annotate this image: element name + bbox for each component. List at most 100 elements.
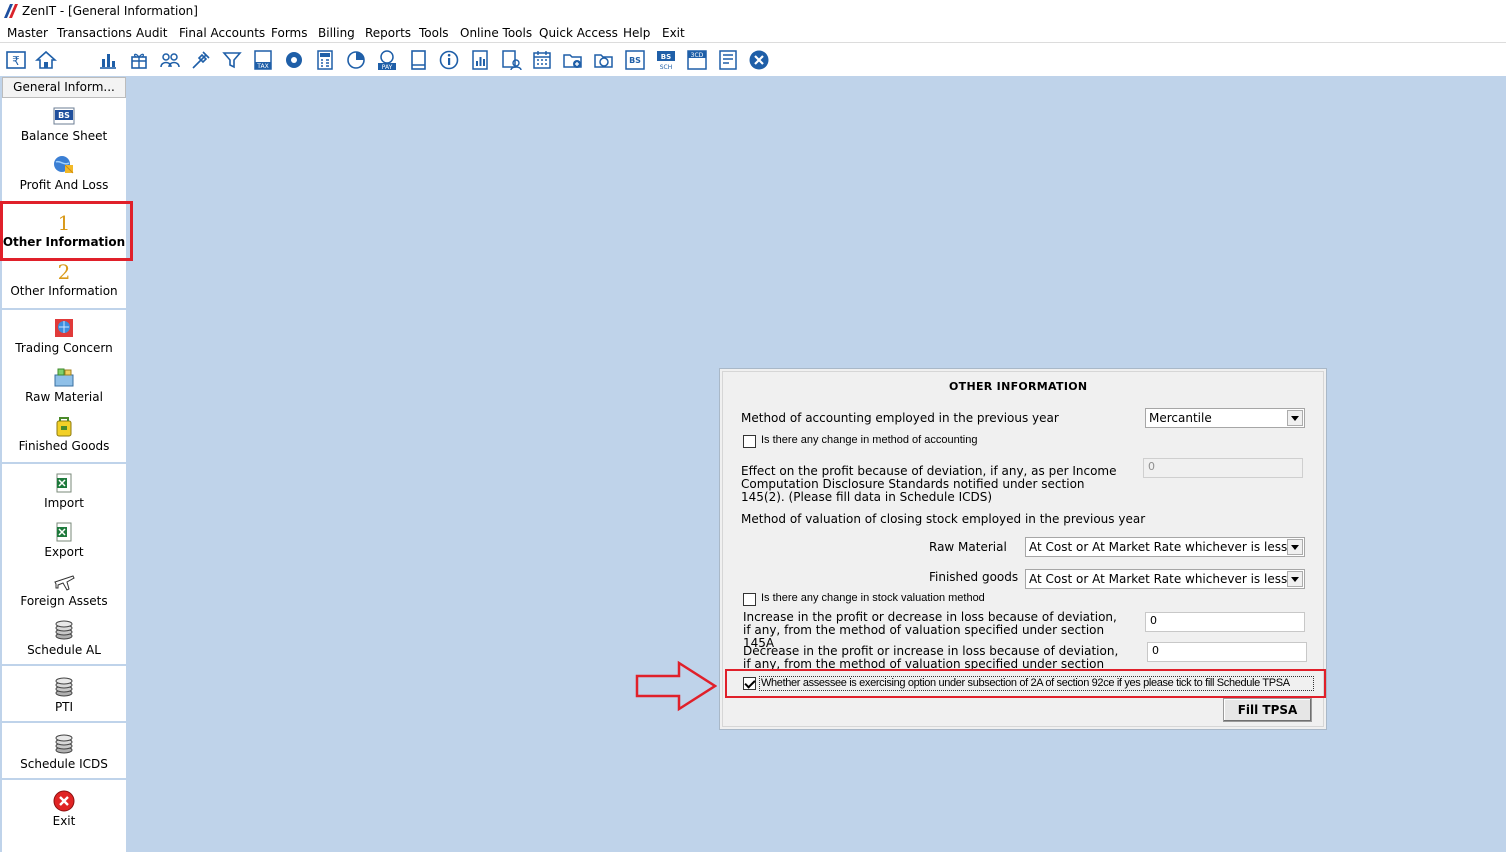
book-icon[interactable] [407, 49, 429, 71]
sidebar-item-label: Profit And Loss [19, 178, 109, 192]
title-bar: ZenIT - [General Information] [0, 0, 1506, 22]
raw-material-label: Raw Material [929, 540, 1007, 554]
finished-goods-select[interactable]: At Cost or At Market Rate whichever is l… [1025, 569, 1305, 589]
accounting-method-label: Method of accounting employed in the pre… [741, 411, 1059, 425]
chevron-down-icon[interactable] [1287, 410, 1303, 426]
sidebar-item-export[interactable]: Export [2, 520, 126, 559]
raw-material-value: At Cost or At Market Rate whichever is l… [1029, 540, 1288, 554]
bs-sch-icon[interactable]: BS SCH [655, 49, 677, 71]
chevron-down-icon[interactable] [1287, 539, 1303, 555]
change-stock-label: Is there any change in stock valuation m… [761, 592, 985, 604]
number-two-icon: 2 [52, 259, 76, 283]
coins-icon [52, 675, 76, 699]
folder-add-icon[interactable] [562, 49, 584, 71]
fill-tpsa-button[interactable]: Fill TPSA [1223, 698, 1312, 722]
tax-icon-label: TAX [256, 63, 268, 70]
excel-export-icon [52, 520, 76, 544]
excel-import-icon [52, 471, 76, 495]
menu-reports[interactable]: Reports [365, 26, 411, 40]
sidebar-item-foreign-assets[interactable]: Foreign Assets [2, 569, 126, 608]
active-item-highlight [0, 201, 133, 261]
menu-exit[interactable]: Exit [662, 26, 685, 40]
sidebar-item-label: Finished Goods [18, 439, 110, 453]
decrease-profit-field[interactable]: 0 [1147, 642, 1307, 662]
sidebar-item-label: PTI [54, 700, 74, 714]
info-icon[interactable] [438, 49, 460, 71]
sidebar-item-schedule-icds[interactable]: Schedule ICDS [2, 732, 126, 771]
decrease-profit-label: Decrease in the profit or increase in lo… [743, 645, 1119, 670]
sidebar-item-label: Foreign Assets [20, 594, 108, 608]
pay-icon[interactable]: PAY [376, 49, 398, 71]
sidebar-item-raw-material[interactable]: Raw Material [2, 365, 126, 404]
accounting-method-select[interactable]: Mercantile [1145, 408, 1305, 428]
menu-final-accounts[interactable]: Final Accounts [179, 26, 265, 40]
sidebar-item-exit[interactable]: Exit [2, 789, 126, 828]
sidebar-item-balance-sheet[interactable]: BS Balance Sheet [2, 104, 126, 143]
change-accounting-checkbox[interactable] [743, 435, 756, 448]
menu-tools[interactable]: Tools [419, 26, 449, 40]
calculator-icon[interactable] [314, 49, 336, 71]
raw-material-select[interactable]: At Cost or At Market Rate whichever is l… [1025, 537, 1305, 557]
3cd-icon[interactable]: 3CD [686, 49, 708, 71]
menu-quick-access[interactable]: Quick Access [539, 26, 618, 40]
bs-icon: BS [52, 104, 76, 128]
sidebar-item-other-information-2[interactable]: 2 Other Information [2, 259, 126, 298]
balance-sheet-icon-label: BS [58, 111, 70, 120]
sidebar-header[interactable]: General Inform... [2, 77, 126, 98]
menu-help[interactable]: Help [623, 26, 650, 40]
report-icon[interactable] [469, 49, 491, 71]
sidebar-item-label: Schedule AL [27, 643, 101, 657]
icds-effect-label: Effect on the profit because of deviatio… [741, 464, 1117, 504]
sidebar-item-schedule-al[interactable]: Schedule AL [2, 618, 126, 657]
menu-billing[interactable]: Billing [318, 26, 355, 40]
menu-transactions[interactable]: Transactions [57, 26, 132, 40]
tpsa-checkbox[interactable] [743, 677, 756, 690]
sidebar-item-import[interactable]: Import [2, 471, 126, 510]
form-icon[interactable] [717, 49, 739, 71]
window-title: ZenIT - [General Information] [22, 4, 198, 18]
document-user-icon[interactable] [500, 49, 522, 71]
rupee-icon[interactable]: ₹ [5, 49, 27, 71]
pin-icon[interactable] [190, 49, 212, 71]
gift-icon[interactable] [128, 49, 150, 71]
close-circle-icon[interactable] [748, 49, 770, 71]
pie-icon[interactable] [345, 49, 367, 71]
svg-text:₹: ₹ [12, 54, 20, 68]
menu-bar: Master Transactions Audit Final Accounts… [0, 23, 1506, 43]
menu-audit[interactable]: Audit [136, 26, 167, 40]
bs-icon[interactable]: BS [624, 49, 646, 71]
accounting-method-value: Mercantile [1149, 411, 1212, 425]
sidebar-item-label: Raw Material [25, 390, 103, 404]
pay-icon-label: PAY [382, 64, 393, 71]
menu-forms[interactable]: Forms [271, 26, 307, 40]
folder-refresh-icon[interactable] [593, 49, 615, 71]
sidebar-item-finished-goods[interactable]: Finished Goods [2, 414, 126, 453]
3cd-icon-label: 3CD [691, 52, 704, 59]
bar-chart-icon[interactable] [97, 49, 119, 71]
users-icon[interactable] [159, 49, 181, 71]
toolbar: ₹ TAX PAY BS BS SCH 3CD [0, 44, 1506, 76]
exit-icon [52, 789, 76, 813]
finished-goods-value: At Cost or At Market Rate whichever is l… [1029, 572, 1288, 586]
tpsa-label: Whether assessee is exercising option un… [761, 677, 1290, 689]
menu-master[interactable]: Master [7, 26, 48, 40]
number-two-icon-label: 2 [58, 260, 71, 283]
globe-chart-icon [52, 153, 76, 177]
menu-online-tools[interactable]: Online Tools [460, 26, 532, 40]
sidebar-item-label: Other Information [10, 284, 118, 298]
icds-effect-field[interactable]: 0 [1143, 458, 1303, 478]
change-accounting-label: Is there any change in method of account… [761, 434, 978, 446]
filter-icon[interactable] [221, 49, 243, 71]
sidebar-item-trading-concern[interactable]: Trading Concern [2, 316, 126, 355]
tax-icon[interactable]: TAX [252, 49, 274, 71]
sidebar-item-pti[interactable]: PTI [2, 675, 126, 714]
sidebar-item-profit-and-loss[interactable]: Profit And Loss [2, 153, 126, 192]
change-stock-checkbox[interactable] [743, 593, 756, 606]
chevron-down-icon[interactable] [1287, 571, 1303, 587]
increase-profit-field[interactable]: 0 [1145, 612, 1305, 632]
bs-icon-label: BS [629, 56, 641, 65]
disc-icon[interactable] [283, 49, 305, 71]
home-icon[interactable] [35, 49, 57, 71]
calendar-icon[interactable] [531, 49, 553, 71]
sidebar-item-label: Balance Sheet [20, 129, 108, 143]
